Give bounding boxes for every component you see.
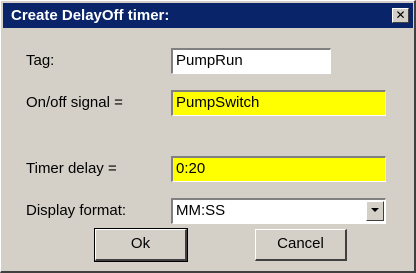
create-delayoff-timer-dialog: Create DelayOff timer: ✕ Tag: PumpRun On…	[0, 0, 416, 273]
dialog-title: Create DelayOff timer:	[11, 7, 170, 24]
on-off-signal-input[interactable]: PumpSwitch	[171, 90, 386, 116]
display-format-select[interactable]: MM:SS	[171, 198, 386, 224]
timer-delay-input[interactable]: 0:20	[171, 156, 386, 182]
chevron-down-icon[interactable]	[366, 201, 384, 221]
ok-button[interactable]: Ok	[94, 228, 188, 262]
cancel-button[interactable]: Cancel	[255, 229, 347, 261]
tag-label: Tag:	[26, 52, 55, 69]
tag-input[interactable]: PumpRun	[171, 48, 331, 74]
title-bar[interactable]: Create DelayOff timer: ✕	[3, 3, 413, 28]
timer-delay-label: Timer delay =	[26, 160, 117, 177]
on-off-signal-label: On/off signal =	[26, 94, 123, 111]
close-icon[interactable]: ✕	[392, 8, 409, 23]
display-format-label: Display format:	[26, 202, 127, 219]
display-format-value: MM:SS	[176, 202, 226, 219]
